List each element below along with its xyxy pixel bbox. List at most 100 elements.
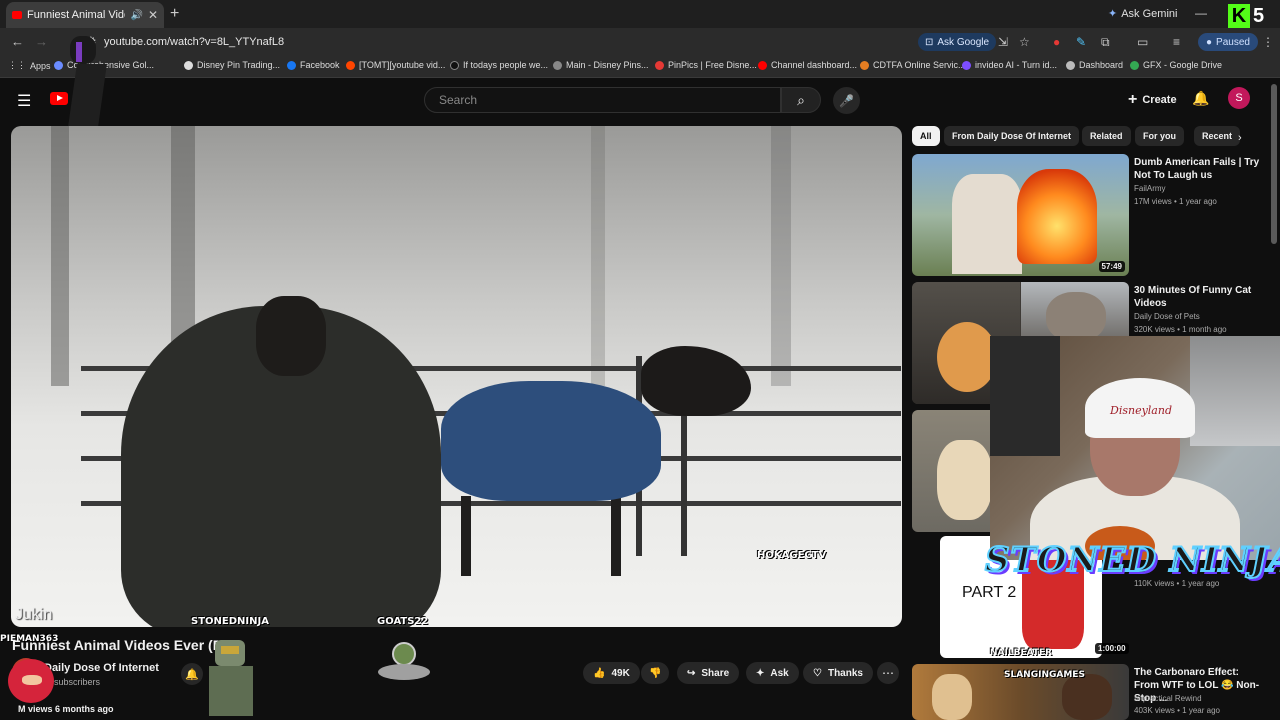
subscription-bell-button[interactable]: 🔔 — [181, 663, 203, 685]
nailbeater-watermark: NAILBEATER — [990, 648, 1053, 658]
bookmark-item[interactable]: Main - Disney Pins... — [553, 60, 649, 70]
chip-recent[interactable]: Recent — [1194, 126, 1241, 146]
video-player[interactable]: Jukin STONEDNINJA GOATS22 HOKAGECTV — [11, 126, 902, 627]
recommendation-meta: 17M views • 1 year ago — [1134, 197, 1217, 206]
search-button[interactable]: ⌕ — [781, 87, 821, 113]
bookmark-item[interactable]: If todays people we... — [450, 60, 548, 70]
ask-sparkle-icon: ✦ — [756, 667, 765, 679]
bookmark-favicon-icon — [860, 60, 869, 70]
mic-icon: 🎤 — [839, 93, 854, 108]
extension-blue-icon[interactable]: ✎ — [1076, 35, 1086, 49]
thanks-icon: ♡ — [813, 667, 822, 679]
minimize-icon[interactable]: — — [1195, 6, 1207, 20]
recommendation-meta: 403K views • 1 year ago — [1134, 706, 1220, 715]
horse-blue-blanket — [441, 381, 661, 501]
chip-for-you[interactable]: For you — [1135, 126, 1184, 146]
search-input[interactable]: Search — [424, 87, 781, 113]
install-icon[interactable]: ⇲ — [998, 35, 1008, 49]
profile-paused-button[interactable]: ● Paused — [1198, 33, 1258, 51]
bookmark-item[interactable]: Disney Pin Trading... — [184, 60, 280, 70]
paused-label: Paused — [1216, 36, 1250, 48]
recommendation-channel[interactable]: FailArmy — [1134, 184, 1166, 193]
bookmark-item[interactable]: GFX - Google Drive — [1130, 60, 1222, 70]
views-and-date: M views 6 months ago — [18, 704, 114, 714]
plus-icon: + — [1128, 91, 1138, 108]
forward-icon[interactable]: → — [35, 34, 48, 49]
recommendation-item[interactable]: 57:49 Dumb American Fails | Try Not To L… — [912, 154, 1272, 276]
recommendation-item[interactable]: SLANGINGAMES The Carbonaro Effect: From … — [912, 664, 1272, 720]
kick-overlay: K 5 — [1228, 2, 1280, 30]
search-icon: ⌕ — [797, 91, 805, 108]
back-icon[interactable]: ← — [11, 34, 24, 49]
chip-all[interactable]: All — [912, 126, 940, 146]
bookmark-item[interactable]: CDTFA Online Servic... — [860, 60, 966, 70]
kick-logo-icon: K — [1228, 4, 1250, 28]
background-tree — [771, 126, 791, 386]
dislike-button[interactable]: 👎 — [641, 662, 670, 684]
chip-related[interactable]: Related — [1082, 126, 1131, 146]
tiktok-icon — [450, 60, 459, 70]
sneaker-shelf — [1190, 336, 1280, 446]
google-lens-icon: ⊡ — [925, 36, 934, 48]
browser-tab-strip: Funniest Animal Videos Eve 🔊 ✕ + ✦ Ask G… — [0, 0, 1280, 28]
create-button[interactable]: + Create — [1120, 89, 1185, 111]
thanks-button[interactable]: ♡ Thanks — [803, 662, 873, 684]
horse-head — [256, 296, 326, 376]
url-field[interactable]: youtube.com/watch?v=8L_YTYnafL8 — [104, 36, 284, 48]
background-tree — [591, 126, 605, 386]
account-avatar[interactable]: S — [1228, 87, 1250, 109]
browser-menu-icon[interactable]: ⋮ — [1262, 35, 1274, 49]
bookmark-star-icon[interactable]: ☆ — [1019, 35, 1030, 49]
cat-panel — [1021, 282, 1129, 342]
grumpy-cat — [1046, 292, 1106, 342]
stonedninja-watermark: STONEDNINJA — [191, 616, 269, 627]
recommendation-channel[interactable]: Daily Dose of Pets — [1134, 312, 1200, 321]
media-controls-icon[interactable]: ≡ — [1173, 35, 1180, 49]
share-icon: ↪ — [687, 667, 696, 679]
sidebar-icon[interactable]: ▭ — [1137, 35, 1148, 49]
create-label: Create — [1142, 94, 1177, 106]
voice-search-button[interactable]: 🎤 — [833, 87, 860, 114]
recommendation-title: 30 Minutes Of Funny Cat Videos — [1134, 285, 1252, 309]
browser-tab-active[interactable]: Funniest Animal Videos Eve 🔊 ✕ — [6, 2, 164, 28]
bookmark-item[interactable]: invideo AI - Turn id... — [962, 60, 1057, 70]
bell-icon: 🔔 — [185, 668, 199, 681]
bookmark-facebook[interactable]: Facebook — [287, 60, 340, 70]
speaker-icon[interactable]: 🔊 — [130, 10, 142, 21]
bookmark-item[interactable]: Channel dashboard... — [758, 60, 857, 70]
ask-google-button[interactable]: ⊡ Ask Google — [918, 33, 997, 51]
ask-button[interactable]: ✦ Ask — [746, 662, 799, 684]
youtube-studio-icon — [758, 60, 767, 70]
video-thumbnail[interactable]: 57:49 — [912, 154, 1129, 276]
new-tab-button[interactable]: + — [170, 5, 179, 23]
ask-gemini-button[interactable]: ✦ Ask Gemini — [1108, 7, 1177, 21]
tab-close-icon[interactable]: ✕ — [148, 8, 158, 22]
extension-red-icon[interactable]: ● — [1053, 35, 1060, 49]
recommendation-channel[interactable]: Impractical Rewind — [1134, 694, 1202, 703]
bookmark-item[interactable]: Dashboard — [1066, 60, 1123, 70]
background-tree — [51, 126, 69, 386]
like-count: 49K — [611, 667, 630, 679]
bookmark-item[interactable]: [TOMT][youtube vid... — [346, 60, 445, 70]
more-icon: ⋯ — [882, 666, 894, 680]
chip-from-channel[interactable]: From Daily Dose Of Internet — [944, 126, 1080, 146]
pinpics-icon — [655, 60, 664, 70]
streamer-webcam: Disneyland — [990, 336, 1280, 560]
facebook-icon — [287, 60, 296, 70]
video-thumbnail[interactable]: SLANGINGAMES — [912, 664, 1129, 720]
hokage-watermark: HOKAGECTV — [757, 550, 827, 561]
notifications-bell-icon[interactable]: 🔔 — [1192, 90, 1209, 107]
bookmark-item[interactable]: PinPics | Free Disne... — [655, 60, 757, 70]
pixel-robot-sprite — [205, 640, 260, 720]
share-button[interactable]: ↪ Share — [677, 662, 740, 684]
like-button[interactable]: 👍 49K — [583, 662, 640, 684]
ask-google-label: Ask Google — [937, 36, 990, 48]
bookmark-apps[interactable]: ⋮⋮ Apps — [8, 60, 51, 71]
jukin-watermark: Jukin — [15, 606, 53, 623]
extensions-puzzle-icon[interactable]: ⧉ — [1101, 35, 1110, 50]
hamburger-menu-icon[interactable]: ☰ — [17, 91, 31, 111]
more-actions-button[interactable]: ⋯ — [877, 662, 899, 684]
chevron-right-icon[interactable]: › — [1238, 132, 1242, 144]
filter-chips: All From Daily Dose Of Internet Related … — [912, 126, 1252, 146]
gemini-icon: ✦ — [1108, 8, 1118, 20]
